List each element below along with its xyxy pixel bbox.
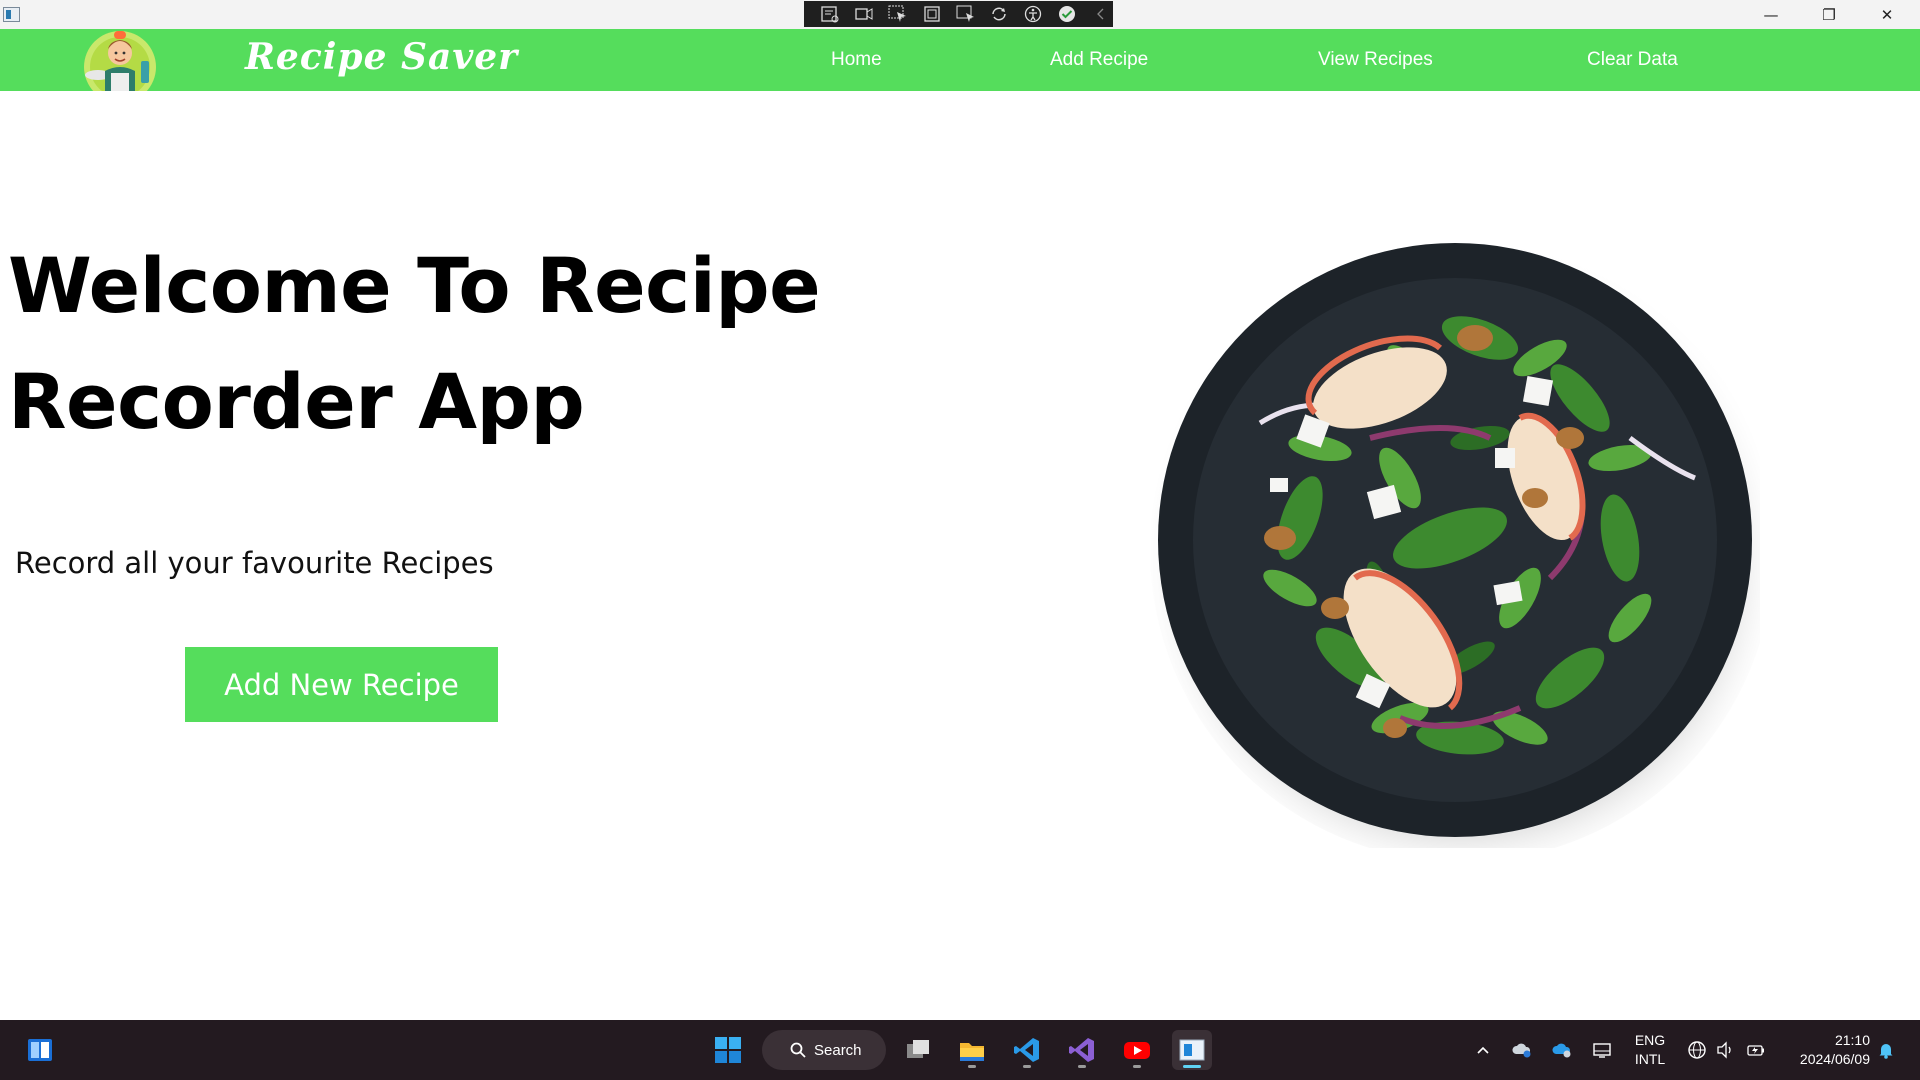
xaml-debug-toolbar: [804, 1, 1113, 27]
notification-bell-icon[interactable]: [1875, 1039, 1897, 1061]
clock-time: 21:10: [1834, 1032, 1870, 1048]
chevron-up-icon[interactable]: [1472, 1039, 1494, 1061]
start-icon[interactable]: [708, 1030, 748, 1070]
task-view-icon[interactable]: [898, 1030, 938, 1070]
taskbar: Search ENG INTL 21:10 2024/06/09: [0, 1020, 1920, 1080]
restore-button[interactable]: ❐: [1800, 0, 1858, 29]
close-button[interactable]: ✕: [1858, 0, 1916, 29]
nav-home[interactable]: Home: [831, 49, 882, 71]
live-visual-tree-icon[interactable]: [818, 3, 842, 25]
widgets-icon[interactable]: [20, 1030, 60, 1070]
navbar: Recipe Saver Home Add Recipe View Recipe…: [0, 29, 1920, 103]
battery-charging-icon[interactable]: [1745, 1039, 1767, 1061]
accessibility-icon[interactable]: [1021, 3, 1045, 25]
running-indicator: [1133, 1065, 1141, 1068]
vscode-icon[interactable]: [1007, 1030, 1047, 1070]
select-element-icon[interactable]: [886, 3, 910, 25]
onedrive-business-icon[interactable]: [1551, 1039, 1573, 1061]
nav-clear-data[interactable]: Clear Data: [1587, 49, 1678, 71]
language-code: ENG: [1634, 1032, 1666, 1048]
brand-title: Recipe Saver: [245, 36, 519, 78]
file-explorer-icon[interactable]: [952, 1030, 992, 1070]
active-indicator: [1183, 1065, 1201, 1068]
volume-icon[interactable]: [1714, 1039, 1736, 1061]
hero-subtitle: Record all your favourite Recipes: [15, 546, 494, 580]
nav-view-recipes[interactable]: View Recipes: [1318, 49, 1433, 71]
network-globe-icon[interactable]: [1686, 1039, 1708, 1061]
search-icon: [790, 1042, 806, 1058]
hot-reload-icon[interactable]: [987, 3, 1011, 25]
salad-plate-image: [1150, 238, 1774, 862]
nav-add-recipe[interactable]: Add Recipe: [1050, 49, 1148, 71]
hero-title-line-2: Recorder App: [8, 357, 585, 446]
collapse-toolbar-icon[interactable]: [1089, 3, 1113, 25]
clock[interactable]: 21:10 2024/06/09: [1782, 1031, 1870, 1069]
active-app-icon[interactable]: [1172, 1030, 1212, 1070]
running-indicator: [968, 1065, 976, 1068]
display-layout-adorners-icon[interactable]: [920, 3, 944, 25]
add-new-recipe-button[interactable]: Add New Recipe: [185, 647, 498, 722]
record-icon[interactable]: [852, 3, 876, 25]
display-icon[interactable]: [1591, 1039, 1613, 1061]
track-focus-icon[interactable]: [954, 3, 978, 25]
running-indicator: [1078, 1065, 1086, 1068]
keyboard-layout: INTL: [1634, 1051, 1666, 1067]
minimize-button[interactable]: —: [1742, 0, 1800, 29]
visual-studio-icon[interactable]: [1062, 1030, 1102, 1070]
youtube-icon[interactable]: [1117, 1030, 1157, 1070]
chef-avatar-logo[interactable]: [83, 31, 157, 103]
window-app-icon: [3, 7, 20, 22]
hero-title: Welcome To Recipe Recorder App: [8, 228, 908, 460]
running-indicator: [1023, 1065, 1031, 1068]
search-label: Search: [814, 1041, 862, 1059]
taskbar-search[interactable]: Search: [762, 1030, 886, 1070]
onedrive-personal-icon[interactable]: [1511, 1039, 1533, 1061]
window-title-bar: — ❐ ✕: [0, 0, 1920, 29]
hero-title-line-1: Welcome To Recipe: [8, 241, 821, 330]
clock-date: 2024/06/09: [1799, 1051, 1870, 1067]
hot-reload-status-icon[interactable]: [1055, 3, 1079, 25]
input-language[interactable]: ENG INTL: [1628, 1031, 1672, 1069]
